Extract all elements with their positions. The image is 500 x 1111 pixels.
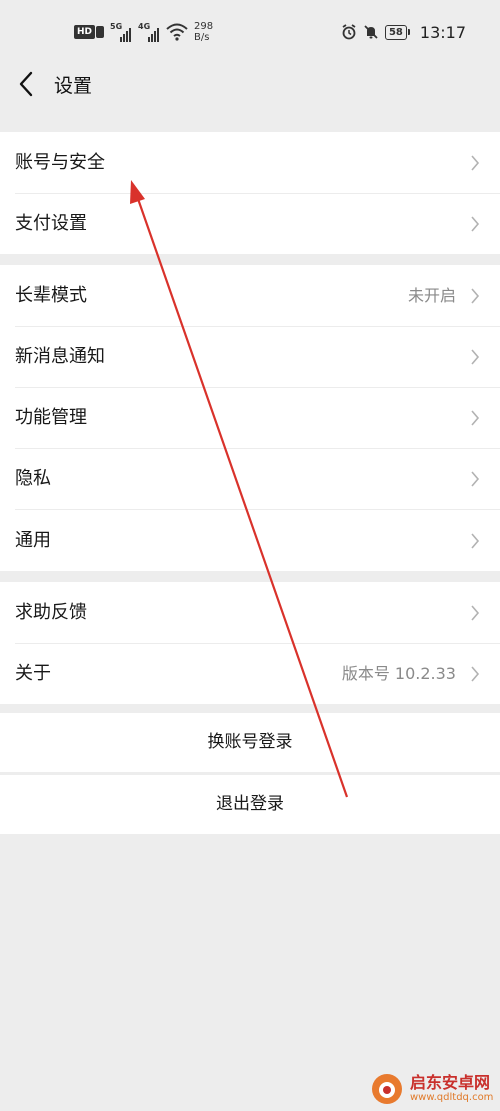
chevron-right-icon (471, 471, 480, 487)
settings-group-general: 长辈模式 未开启 新消息通知 功能管理 隐私 通用 (0, 265, 500, 571)
status-left: HD 5G 4G 298 B/s (74, 18, 213, 46)
settings-item-label: 支付设置 (15, 213, 87, 234)
settings-item-label: 通用 (15, 530, 51, 551)
settings-group-help: 求助反馈 关于 版本号 10.2.33 (0, 582, 500, 704)
settings-item-general[interactable]: 通用 (0, 510, 500, 571)
watermark-logo-icon (372, 1074, 402, 1104)
settings-item-notifications[interactable]: 新消息通知 (0, 326, 500, 387)
nav-bar: 设置 (0, 62, 500, 106)
settings-item-label: 关于 (15, 663, 51, 684)
chevron-right-icon (471, 288, 480, 304)
net-type-4g: 4G (138, 22, 151, 31)
battery-icon: 58 (384, 24, 410, 40)
signal-5g-icon: 5G (110, 22, 132, 42)
settings-item-features[interactable]: 功能管理 (0, 387, 500, 448)
settings-item-label: 新消息通知 (15, 346, 105, 367)
clock-time: 13:17 (419, 22, 466, 42)
settings-item-label: 求助反馈 (15, 602, 87, 623)
chevron-right-icon (471, 533, 480, 549)
chevron-right-icon (471, 666, 480, 682)
watermark-name: 启东安卓网 (410, 1073, 491, 1092)
settings-item-label: 功能管理 (15, 407, 87, 428)
watermark-url: www.qdltdq.com (410, 1092, 494, 1103)
wifi-icon (166, 23, 188, 41)
page-title: 设置 (54, 75, 93, 97)
logout-button[interactable]: 退出登录 (0, 775, 500, 834)
chevron-right-icon (471, 155, 480, 171)
alarm-icon (342, 24, 356, 40)
status-bar: HD 5G 4G 298 B/s 58 13:17 (0, 0, 500, 62)
chevron-right-icon (471, 216, 480, 232)
settings-item-value: 版本号 10.2.33 (341, 664, 456, 683)
settings-item-about[interactable]: 关于 版本号 10.2.33 (0, 643, 500, 704)
hd-icon: HD (74, 25, 105, 39)
network-speed: 298 B/s (194, 21, 213, 43)
settings-item-account-security[interactable]: 账号与安全 (0, 132, 500, 193)
settings-item-label: 账号与安全 (15, 152, 105, 173)
hd-label: HD (74, 25, 96, 39)
status-right: 58 13:17 (341, 20, 466, 44)
switch-account-button[interactable]: 换账号登录 (0, 713, 500, 772)
settings-item-payment[interactable]: 支付设置 (0, 193, 500, 254)
settings-item-privacy[interactable]: 隐私 (0, 448, 500, 509)
settings-group-account: 账号与安全 支付设置 (0, 132, 500, 254)
net-type-5g: 5G (110, 22, 123, 31)
chevron-right-icon (471, 410, 480, 426)
chevron-left-icon[interactable] (14, 70, 40, 98)
chevron-right-icon (471, 349, 480, 365)
speed-value: 298 (194, 21, 214, 32)
watermark: 启东安卓网 www.qdltdq.com (370, 1072, 493, 1106)
settings-item-value: 未开启 (407, 286, 456, 305)
speed-unit: B/s (194, 32, 210, 43)
settings-item-feedback[interactable]: 求助反馈 (0, 582, 500, 643)
battery-level: 58 (384, 24, 407, 40)
settings-item-label: 隐私 (15, 468, 51, 489)
signal-4g-icon: 4G (138, 22, 160, 42)
settings-item-elder-mode[interactable]: 长辈模式 未开启 (0, 265, 500, 326)
mute-bell-icon (364, 25, 378, 39)
chevron-right-icon (471, 605, 480, 621)
settings-item-label: 长辈模式 (15, 285, 87, 306)
